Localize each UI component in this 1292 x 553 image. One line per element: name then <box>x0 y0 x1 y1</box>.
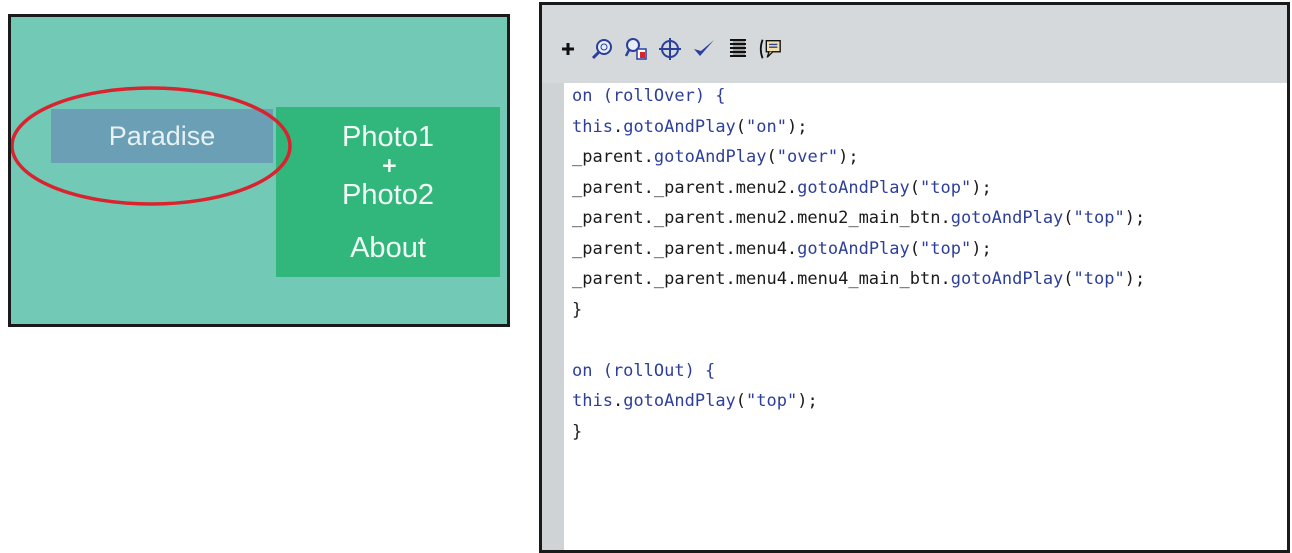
code-editor[interactable]: on (rollOver) { this.gotoAndPlay("on"); _p… <box>572 81 1283 447</box>
replace-icon[interactable] <box>624 37 648 61</box>
find-icon[interactable] <box>590 37 614 61</box>
submenu-item-photo1[interactable]: Photo1 <box>276 121 500 154</box>
check-syntax-icon[interactable] <box>692 37 716 61</box>
code-line: on (rollOver) { <box>572 86 726 106</box>
submenu-panel: Photo1 Photo2 About <box>276 107 500 277</box>
code-line: _parent._parent.menu2.menu2_main_btn.got… <box>572 208 1146 228</box>
code-line: } <box>572 299 583 320</box>
code-hint-icon[interactable] <box>758 37 782 61</box>
submenu-item-about[interactable]: About <box>276 232 500 265</box>
code-line: this.gotoAndPlay("top"); <box>572 391 818 411</box>
code-line: _parent._parent.menu4.menu4_main_btn.got… <box>572 269 1146 289</box>
paradise-menu-button[interactable]: Paradise <box>51 109 273 163</box>
auto-format-icon[interactable] <box>726 37 750 61</box>
code-line: this.gotoAndPlay("on"); <box>572 116 808 137</box>
code-line: on (rollOut) { <box>572 360 716 381</box>
code-line: _parent._parent.menu2.gotoAndPlay("top")… <box>572 177 992 198</box>
code-line: _parent._parent.menu4.gotoAndPlay("top")… <box>572 238 992 259</box>
code-line: } <box>572 421 583 442</box>
add-icon[interactable] <box>556 37 580 61</box>
actionscript-panel: on (rollOver) { this.gotoAndPlay("on"); _p… <box>539 2 1290 553</box>
actions-toolbar <box>542 5 1287 83</box>
stage-preview: Paradise Photo1 Photo2 About + <box>8 14 510 327</box>
crosshair-cursor-icon: + <box>381 153 398 177</box>
code-gutter <box>542 83 564 550</box>
code-line: _parent.gotoAndPlay("over"); <box>572 147 859 167</box>
target-path-icon[interactable] <box>658 37 682 61</box>
submenu-item-photo2[interactable]: Photo2 <box>276 179 500 212</box>
